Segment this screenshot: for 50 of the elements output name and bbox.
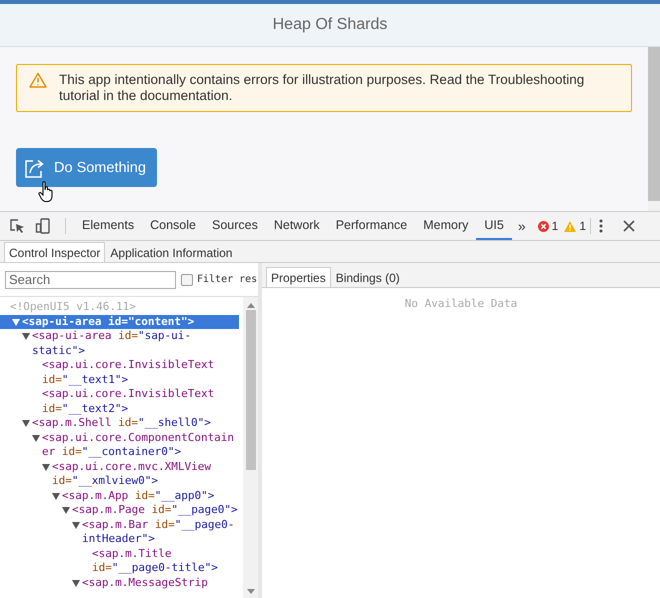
panel-tab[interactable]: Control Inspector	[4, 242, 106, 262]
tree-node[interactable]: <sap.m.Page id="__page0">	[72, 503, 238, 518]
scrollbar[interactable]	[243, 297, 258, 598]
devtools-tab[interactable]: Memory	[415, 212, 476, 240]
empty-message: No Available Data	[404, 297, 518, 310]
scrollbar[interactable]	[648, 47, 660, 211]
message-text: This app intentionally contains errors for illustration purposes. Read the Troubleshooting tutorial in the documentation.	[59, 72, 586, 104]
tree-node[interactable]: <sap.m.Shell id="__shell0">	[32, 416, 211, 430]
detail-tab[interactable]: Bindings (0)	[330, 267, 405, 287]
expand-toggle-icon[interactable]	[72, 580, 80, 586]
search-field[interactable]: Search	[5, 270, 176, 288]
warning-icon	[29, 72, 47, 88]
app-title: Heap Of Shards	[272, 16, 388, 34]
tree-node[interactable]: <sap.m.App id="__app0">	[62, 488, 214, 503]
expand-toggle-icon[interactable]	[52, 492, 60, 500]
do-something-button[interactable]: Do Something	[16, 148, 157, 187]
tree-node[interactable]: <sap.ui.core.ComponentContainer id="__container0">	[42, 430, 239, 460]
warning-icon	[564, 220, 576, 232]
warning-count[interactable]: 1	[579, 219, 586, 233]
tree-node[interactable]: <sap.ui.core.mvc.XMLView id="__xmlview0">	[52, 460, 239, 488]
devtools-tab[interactable]: Sources	[204, 212, 266, 240]
filter-checkbox[interactable]	[181, 274, 193, 286]
tree-node[interactable]: <sap.m.Title id="__page0-title">	[92, 546, 239, 576]
devtools-tab[interactable]: Network	[266, 212, 328, 240]
devtools-tab[interactable]: Console	[142, 212, 204, 240]
devtools-tab[interactable]: Elements	[74, 212, 142, 240]
device-toolbar-icon[interactable]	[35, 218, 51, 234]
version-comment: <!OpenUI5 v1.46.11>	[9, 300, 137, 314]
expand-toggle-icon[interactable]	[72, 522, 80, 528]
detail-tab[interactable]: Properties	[266, 267, 331, 287]
panel-tab[interactable]: Application Information	[105, 242, 238, 262]
tree-node[interactable]: <sap.m.Bar id="__page0-intHeader">	[82, 518, 239, 546]
expand-toggle-icon[interactable]	[32, 434, 40, 442]
error-icon	[538, 220, 549, 232]
hand-cursor-icon	[38, 181, 54, 203]
expand-toggle-icon[interactable]	[22, 333, 30, 340]
tree-node[interactable]: <sap.m.MessageStrip	[82, 576, 208, 590]
expand-toggle-icon[interactable]	[22, 420, 30, 427]
expand-toggle-icon[interactable]	[62, 507, 70, 514]
error-count[interactable]: 1	[552, 219, 558, 233]
tree-node[interactable]: <sap.ui.core.InvisibleText id="__text1">	[42, 358, 239, 387]
kebab-menu-icon[interactable]	[599, 219, 604, 233]
inspect-element-icon[interactable]	[9, 218, 25, 234]
tree-node[interactable]: <sap-ui-area id="sap-ui-static">	[32, 329, 239, 358]
more-tabs-button[interactable]: »	[512, 218, 532, 234]
expand-toggle-icon[interactable]	[42, 464, 50, 470]
devtools-tab[interactable]: Performance	[328, 212, 416, 240]
close-icon[interactable]	[623, 220, 636, 232]
filter-label: Filter res	[197, 274, 258, 285]
tree-node[interactable]: <sap.ui.core.InvisibleText id="__text2">	[42, 387, 239, 416]
